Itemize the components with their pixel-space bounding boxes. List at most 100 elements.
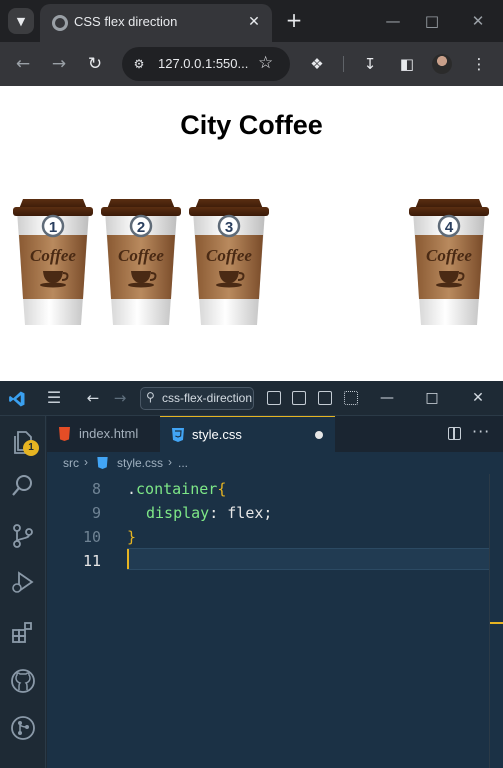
current-line-highlight xyxy=(127,548,489,570)
breadcrumb-symbol[interactable]: ... xyxy=(178,456,188,470)
git-graph-icon[interactable] xyxy=(10,715,36,741)
close-window-icon[interactable]: ✕ xyxy=(467,10,489,32)
close-window-icon[interactable]: ✕ xyxy=(467,387,489,409)
line-number: 8 xyxy=(91,480,101,498)
breadcrumb-file[interactable]: style.css xyxy=(117,456,163,470)
star-icon[interactable]: ☆ xyxy=(258,53,273,73)
cup-label: Coffee xyxy=(30,246,76,265)
toggle-panel-icon[interactable] xyxy=(292,391,306,405)
maximize-icon[interactable]: □ xyxy=(421,387,443,409)
more-icon[interactable]: ⋮ xyxy=(468,53,490,75)
cup-number: 2 xyxy=(137,219,145,236)
unsaved-indicator[interactable] xyxy=(315,431,323,439)
tab-strip: ▼ CSS flex direction ✕ + — □ ✕ xyxy=(0,0,503,42)
close-icon[interactable]: ✕ xyxy=(244,12,264,32)
command-center[interactable]: ⚲ css-flex-direction xyxy=(140,387,254,410)
chevron-right-icon: › xyxy=(168,455,172,469)
search-icon: ⚲ xyxy=(146,390,155,404)
browser-window: ▼ CSS flex direction ✕ + — □ ✕ ← → ↻ ⚙ 1… xyxy=(0,0,503,381)
more-actions-icon[interactable]: ··· xyxy=(472,422,490,441)
cup-number: 4 xyxy=(445,219,454,236)
line-number: 11 xyxy=(82,552,101,570)
open-brace: { xyxy=(217,480,227,498)
customize-layout-icon[interactable] xyxy=(344,391,358,405)
cup-label: Coffee xyxy=(206,246,252,265)
tab-search-icon[interactable]: ▼ xyxy=(8,8,34,34)
vscode-logo-icon xyxy=(9,391,25,407)
coffee-cup-1: 1 Coffee xyxy=(13,199,93,325)
explorer-badge: 1 xyxy=(23,440,39,456)
cup-label: Coffee xyxy=(118,246,164,265)
vscode-window: ☰ ← → ⚲ css-flex-direction — □ ✕ 1 index… xyxy=(0,381,503,768)
css-value: flex xyxy=(227,504,264,522)
html5-icon xyxy=(59,427,70,441)
address-bar[interactable]: ⚙ 127.0.0.1:550... ☆ xyxy=(122,47,290,81)
close-brace: } xyxy=(127,528,137,546)
breadcrumb: src › style.css › ... xyxy=(47,452,503,474)
css3-icon xyxy=(97,457,108,469)
browser-toolbar: ← → ↻ ⚙ 127.0.0.1:550... ☆ ❖ ↧ ◧ ⋮ xyxy=(0,42,503,86)
coffee-cup-3: 3 Coffee xyxy=(189,199,269,325)
url-text[interactable]: 127.0.0.1:550... xyxy=(158,56,248,71)
sidebar-icon[interactable]: ◧ xyxy=(396,53,418,75)
page-viewport: City Coffee 1 Coffee 2 Coffee 3 Coffee 4 Coffee xyxy=(1,86,502,381)
chevron-right-icon: › xyxy=(84,455,88,469)
coffee-cup-2: 2 Coffee xyxy=(101,199,181,325)
menu-icon[interactable]: ☰ xyxy=(44,388,64,408)
plus-icon[interactable]: + xyxy=(283,9,305,31)
toggle-primary-sidebar-icon[interactable] xyxy=(267,391,281,405)
minimize-icon[interactable]: — xyxy=(382,10,404,32)
css-property: display xyxy=(146,504,210,522)
site-info-icon[interactable]: ⚙ xyxy=(130,55,148,73)
download-icon[interactable]: ↧ xyxy=(359,53,381,75)
scrollbar-cursor-marker xyxy=(490,622,503,624)
globe-icon xyxy=(52,15,68,31)
activity-bar: 1 xyxy=(0,416,46,768)
code-line-9[interactable]: display: flex; xyxy=(146,504,272,522)
line-number-gutter: 8 9 10 11 xyxy=(47,474,127,768)
cup-label: Coffee xyxy=(426,246,472,265)
semicolon: ; xyxy=(263,504,273,522)
forward-icon[interactable]: → xyxy=(111,389,129,407)
coffee-cup-4: 4 Coffee xyxy=(409,199,489,325)
tab-title: CSS flex direction xyxy=(74,14,178,29)
toggle-secondary-sidebar-icon[interactable] xyxy=(318,391,332,405)
extensions-icon[interactable]: ❖ xyxy=(306,53,328,75)
breadcrumb-src[interactable]: src xyxy=(63,456,79,470)
css3-icon xyxy=(172,428,184,442)
minimize-icon[interactable]: — xyxy=(376,387,398,409)
github-icon[interactable] xyxy=(10,668,36,694)
cup-number: 3 xyxy=(225,219,233,236)
line-number: 10 xyxy=(82,528,101,546)
forward-icon[interactable]: → xyxy=(48,53,70,75)
reload-icon[interactable]: ↻ xyxy=(84,53,106,75)
code-editor[interactable]: 8 9 10 11 .container{ display: flex; } xyxy=(47,474,503,768)
css-selector: container xyxy=(136,480,218,498)
maximize-icon[interactable]: □ xyxy=(421,10,443,32)
extensions-icon[interactable] xyxy=(10,620,36,646)
tab-index-html[interactable]: index.html xyxy=(47,416,160,452)
colon: : xyxy=(209,504,228,522)
split-editor-icon[interactable] xyxy=(448,427,461,440)
selector-dot: . xyxy=(127,480,137,498)
tab-label: index.html xyxy=(79,426,139,441)
back-icon[interactable]: ← xyxy=(12,53,34,75)
toolbar-divider xyxy=(343,56,344,72)
text-cursor xyxy=(127,549,129,569)
title-bar: ☰ ← → ⚲ css-flex-direction — □ ✕ xyxy=(0,381,503,416)
command-center-label: css-flex-direction xyxy=(162,391,253,405)
tab-style-css[interactable]: style.css xyxy=(160,416,335,452)
editor-tabs: index.html style.css ··· xyxy=(47,416,503,452)
line-number: 9 xyxy=(91,504,101,522)
source-control-icon[interactable] xyxy=(10,523,36,549)
page-title: City Coffee xyxy=(180,110,323,140)
browser-tab[interactable]: CSS flex direction ✕ xyxy=(40,4,272,42)
cup-number: 1 xyxy=(49,219,57,236)
back-icon[interactable]: ← xyxy=(84,389,102,407)
profile-avatar[interactable] xyxy=(432,54,452,74)
search-icon[interactable] xyxy=(10,473,36,499)
code-line-10[interactable]: } xyxy=(127,528,136,546)
code-line-8[interactable]: .container{ xyxy=(127,480,226,498)
run-debug-icon[interactable] xyxy=(10,569,36,595)
scrollbar-track[interactable] xyxy=(489,474,490,768)
